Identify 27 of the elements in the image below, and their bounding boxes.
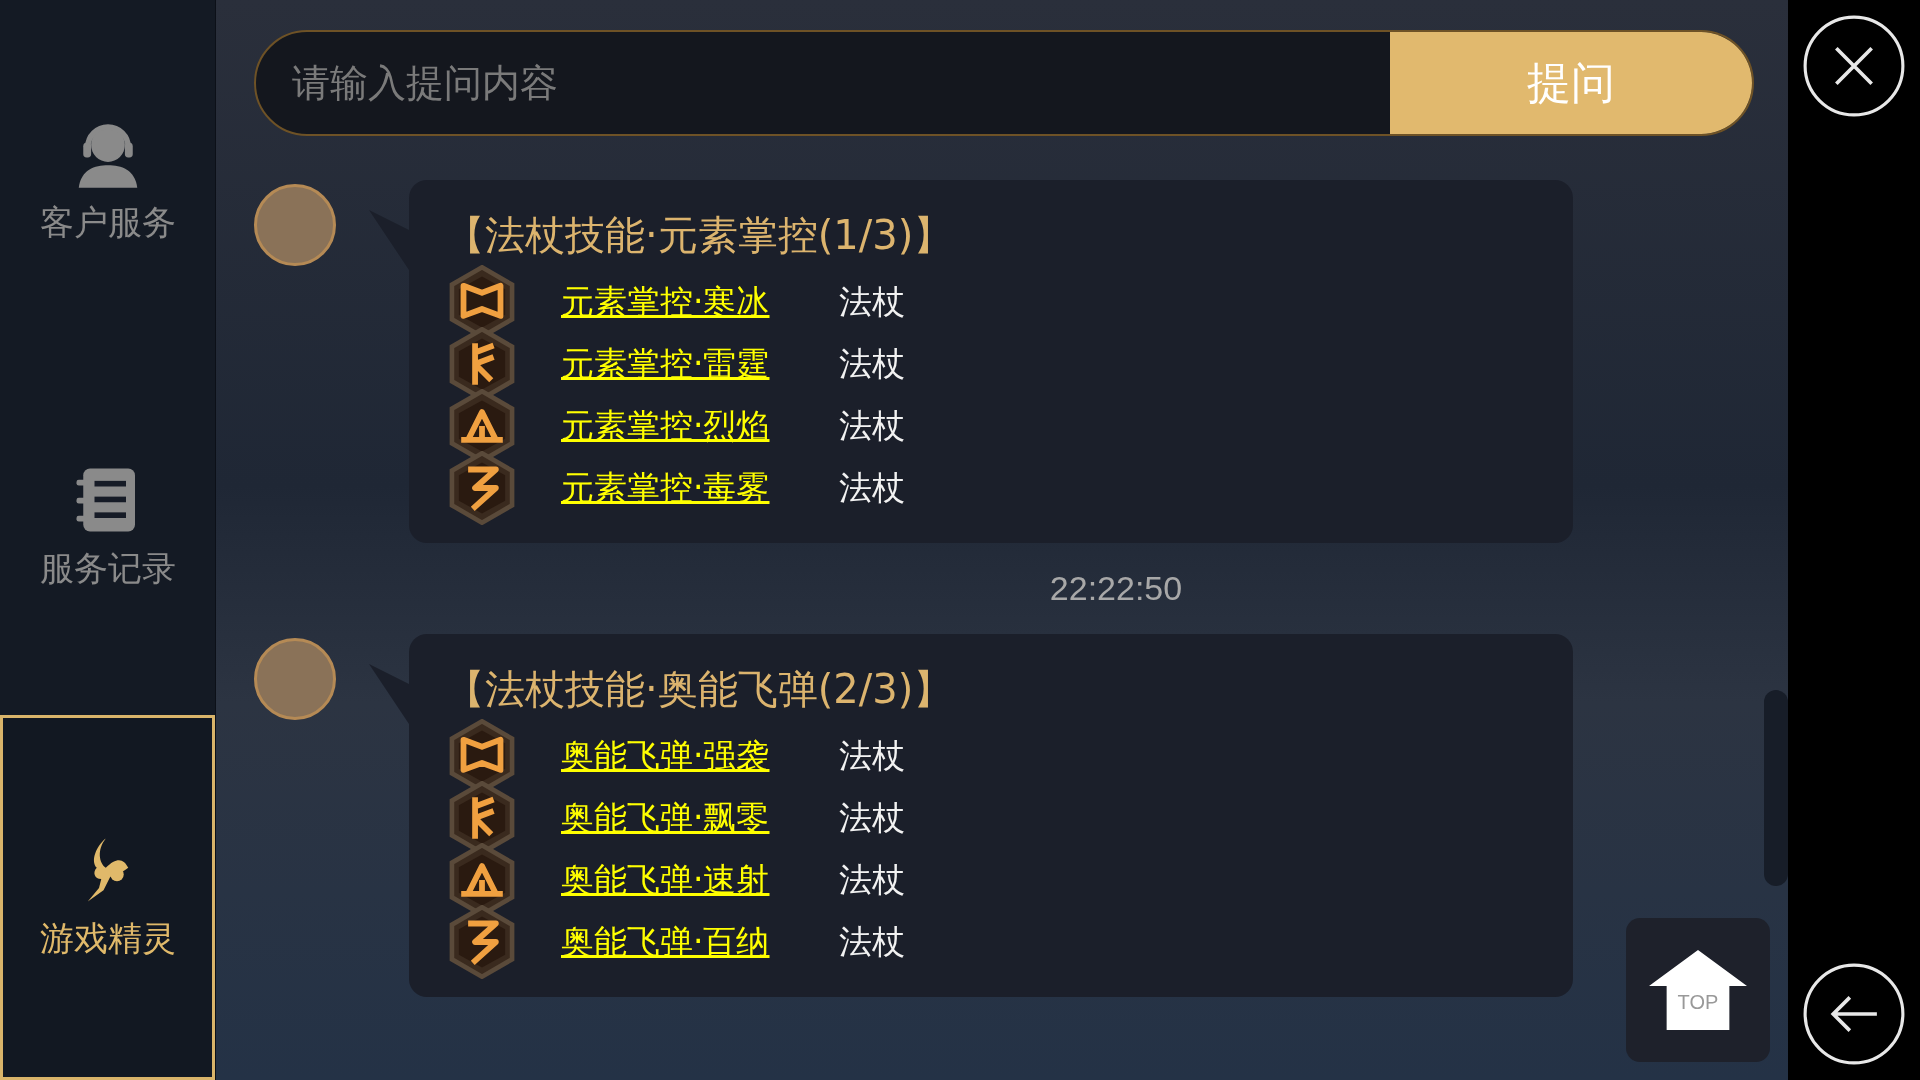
- weapon-type: 法杖: [839, 466, 905, 509]
- sidebar-tab[interactable]: 游戏精灵: [0, 715, 215, 1080]
- sidebar-tab[interactable]: 客户服务: [0, 0, 215, 340]
- close-icon[interactable]: [1802, 14, 1906, 118]
- skill-link[interactable]: 奥能飞弹·飘零: [561, 795, 821, 841]
- skill-link[interactable]: 元素掌控·寒冰: [561, 279, 821, 325]
- weapon-type: 法杖: [839, 734, 905, 777]
- weapon-type: 法杖: [839, 920, 905, 963]
- sidebar-tab-label: 客户服务: [39, 201, 176, 244]
- weapon-type: 法杖: [839, 858, 905, 901]
- weapon-type: 法杖: [839, 280, 905, 323]
- skill-link[interactable]: 奥能飞弹·速射: [561, 857, 821, 903]
- weapon-type: 法杖: [839, 342, 905, 385]
- sidebar-tab[interactable]: 服务记录: [0, 340, 215, 715]
- sidebar-tab-label: 服务记录: [39, 546, 176, 590]
- weapon-type: 法杖: [839, 796, 905, 839]
- skill-link[interactable]: 奥能飞弹·百纳: [561, 919, 821, 965]
- message-title: 【法杖技能·元素掌控(1/3)】: [445, 211, 955, 260]
- sidebar-tab-label: 游戏精灵: [39, 916, 176, 960]
- message-title: 【法杖技能·奥能飞弹(2/3)】: [445, 665, 955, 714]
- skill-link[interactable]: 元素掌控·毒雾: [561, 465, 821, 511]
- timestamp: 22:22:50: [1049, 569, 1183, 608]
- skill-link[interactable]: 元素掌控·烈焰: [561, 403, 821, 449]
- weapon-type: 法杖: [839, 404, 905, 447]
- skill-link[interactable]: 元素掌控·雷霆: [561, 341, 821, 387]
- skill-link[interactable]: 奥能飞弹·强袭: [561, 733, 821, 779]
- scrollbar[interactable]: [1764, 690, 1788, 886]
